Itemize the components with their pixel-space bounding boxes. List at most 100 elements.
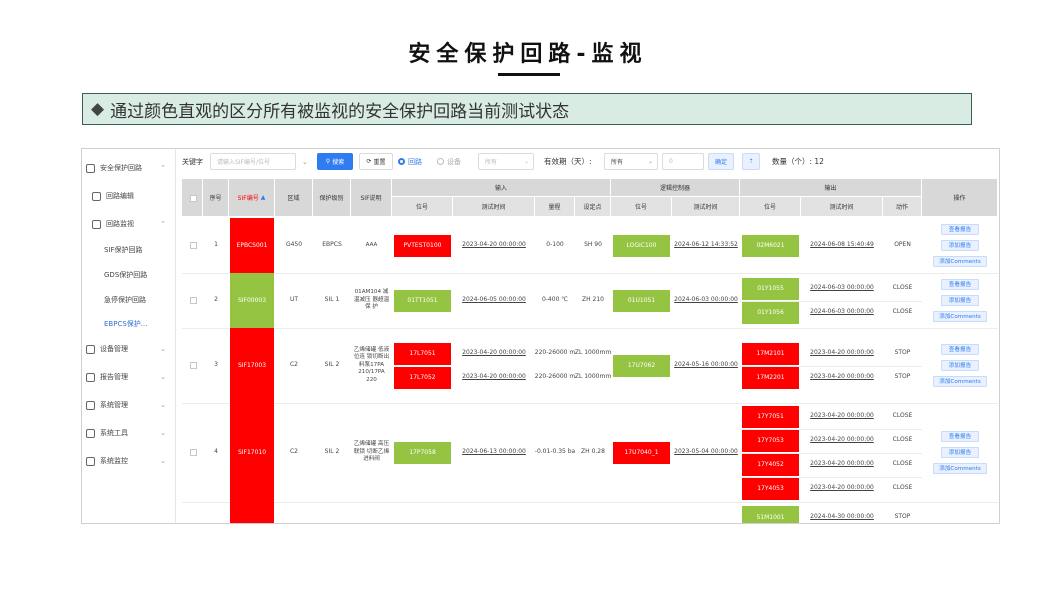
cell-output-tag[interactable]: 17Y7051: [742, 405, 799, 428]
cell-output-tag[interactable]: 02M6021: [742, 234, 799, 257]
cell-input-test-time[interactable]: 2023-04-20 00:00:00: [453, 367, 535, 389]
cell-logic-test-time[interactable]: 2024-06-12 14:33:52: [672, 235, 740, 257]
cell-output-test-time[interactable]: 2023-04-20 00:00:00: [801, 430, 883, 452]
cell-output-tag[interactable]: 17Y4052: [742, 453, 799, 476]
cell-input-tag[interactable]: 17P7058: [394, 441, 451, 464]
sidebar-item[interactable]: 回路监视 ⌃: [82, 211, 176, 237]
reset-icon: ⟳: [366, 158, 372, 165]
cell-logic-tag[interactable]: 17U7040_1: [613, 441, 670, 464]
cell-output-tag[interactable]: 01Y1055: [742, 277, 799, 300]
radio-device-label: 设备: [447, 157, 461, 166]
cell-logic-test-time[interactable]: 2024-06-03 00:00:00: [672, 290, 740, 312]
cell-logic-test-time[interactable]: 2023-05-04 00:00:00: [672, 442, 740, 464]
sidebar-item[interactable]: SIF保护回路: [82, 237, 176, 263]
cell-output-test-time[interactable]: 2024-06-08 15:40:49: [801, 235, 883, 257]
cell-input-test-time[interactable]: 2024-06-05 00:00:00: [453, 290, 535, 312]
radio-loop[interactable]: 回路: [398, 153, 428, 170]
cell-level: [313, 502, 351, 523]
header-level: 保护级别: [313, 179, 351, 217]
cell-output-test-time[interactable]: 2024-06-03 00:00:00: [801, 278, 883, 300]
cell-range: 220-26000 m: [535, 349, 575, 357]
add-comments-button[interactable]: 添加Comments: [933, 310, 987, 322]
chevron-down-icon[interactable]: ⌄: [302, 153, 310, 170]
sidebar-item[interactable]: GDS保护回路: [82, 262, 176, 288]
radio-device[interactable]: 设备: [437, 153, 467, 170]
add-comments-button[interactable]: 添加Comments: [933, 255, 987, 267]
sidebar-item[interactable]: 急停保护回路: [82, 287, 176, 313]
cell-sif-number[interactable]: SIF17003: [230, 328, 274, 403]
sidebar-item[interactable]: 安全保护回路 ⌃: [82, 155, 176, 181]
cell-output-tag[interactable]: 51M1001: [742, 506, 799, 523]
cell-logic-tag[interactable]: 17U7062: [613, 354, 670, 377]
sidebar-item[interactable]: 系统工具 ⌄: [82, 420, 176, 446]
cell-input-test-time[interactable]: 2023-04-20 00:00:00: [453, 235, 535, 257]
add-comments-button[interactable]: 添加Comments: [933, 462, 987, 474]
search-button[interactable]: ⚲ 搜索: [317, 153, 353, 170]
cell-seq: 2: [214, 296, 218, 304]
cell-input-test-time[interactable]: 2023-04-20 00:00:00: [453, 343, 535, 365]
cell-sif-number[interactable]: EPBCS001: [230, 218, 274, 273]
cell-output-test-time[interactable]: 2023-04-20 00:00:00: [801, 478, 883, 500]
cell-output-tag[interactable]: 01Y1056: [742, 301, 799, 324]
sort-arrow-icon[interactable]: ▲: [261, 194, 266, 201]
diamond-bullet-icon: ◆: [91, 99, 105, 119]
cell-input-tag[interactable]: PVTEST0100: [394, 234, 451, 257]
cell-level: SIL 2: [324, 448, 340, 456]
header-checkbox[interactable]: [190, 195, 197, 202]
cell-input-test-time[interactable]: 2024-06-13 00:00:00: [453, 442, 535, 464]
keyword-input[interactable]: 请输入SIF编号/位号: [210, 153, 296, 170]
sidebar-item[interactable]: 系统监控 ⌄: [82, 448, 176, 474]
reset-button[interactable]: ⟳ 重置: [359, 153, 393, 170]
cell-action: STOP: [894, 512, 911, 520]
row-checkbox[interactable]: [190, 241, 197, 249]
cell-output-tag[interactable]: 17Y7053: [742, 429, 799, 452]
cell-input-tag[interactable]: 01TT1051: [394, 289, 451, 312]
validity-days-input[interactable]: 0: [662, 153, 704, 170]
sidebar-item[interactable]: 设备管理 ⌄: [82, 336, 176, 362]
view-report-button[interactable]: 查看报告: [941, 343, 979, 355]
cell-output-test-time[interactable]: 2023-04-20 00:00:00: [801, 406, 883, 428]
cell-logic-tag[interactable]: 01U1051: [613, 289, 670, 312]
add-comments-button[interactable]: 添加Comments: [933, 375, 987, 387]
view-report-button[interactable]: 查看报告: [941, 430, 979, 442]
cell-output-test-time[interactable]: 2023-04-20 00:00:00: [801, 343, 883, 365]
cell-output-tag[interactable]: 17M2101: [742, 342, 799, 365]
add-report-button[interactable]: 添加报告: [941, 294, 979, 306]
view-report-button[interactable]: 查看报告: [941, 223, 979, 235]
up-arrow-button[interactable]: ⇡: [742, 153, 760, 170]
confirm-button[interactable]: 确定: [708, 153, 734, 170]
sidebar-item[interactable]: EBPCS保护...: [82, 311, 176, 337]
cell-input-tag[interactable]: 17L7051: [394, 342, 451, 365]
sidebar-item[interactable]: 系统管理 ⌄: [82, 392, 176, 418]
cell-sif-number[interactable]: SIF17010: [230, 403, 274, 502]
sidebar-item[interactable]: 报告管理 ⌄: [82, 364, 176, 390]
cell-output-tag[interactable]: 17Y4053: [742, 477, 799, 500]
row-checkbox[interactable]: [190, 296, 197, 304]
view-report-button[interactable]: 查看报告: [941, 278, 979, 290]
cell-output-test-time[interactable]: 2024-06-03 00:00:00: [801, 302, 883, 324]
cell-range: 0-400 ℃: [541, 296, 569, 304]
row-checkbox[interactable]: [190, 361, 197, 369]
tool-icon: [86, 428, 95, 438]
add-report-button[interactable]: 添加报告: [941, 239, 979, 251]
cell-input-tag[interactable]: 17L7052: [394, 366, 451, 389]
cell-sif-number[interactable]: [230, 502, 274, 523]
chevron-icon: ⌄: [160, 457, 166, 465]
loop-table: 序号 SIF编号 ▲ 区域 保护级别 SIF说明 输入 逻辑控制器 输出 操作 位号 测试时间 量程 设定…: [182, 179, 998, 523]
cell-output-test-time[interactable]: 2023-04-20 00:00:00: [801, 454, 883, 476]
add-report-button[interactable]: 添加报告: [941, 446, 979, 458]
add-report-button[interactable]: 添加报告: [941, 359, 979, 371]
cell-output-tag[interactable]: 17M2201: [742, 366, 799, 389]
search-button-label: 搜索: [332, 159, 345, 166]
sidebar-item-label: 系统工具: [100, 429, 128, 437]
row-checkbox[interactable]: [190, 448, 197, 456]
cell-output-test-time[interactable]: 2024-04-30 00:00:00: [801, 506, 883, 523]
category-select[interactable]: 所有 ⌄: [478, 153, 534, 170]
validity-select[interactable]: 所有 ⌄: [604, 153, 658, 170]
cell-output-test-time[interactable]: 2023-04-20 00:00:00: [801, 367, 883, 389]
chevron-icon: ⌄: [160, 345, 166, 353]
sidebar-item[interactable]: 回路编辑: [82, 183, 176, 209]
cell-logic-tag[interactable]: LOGIC100: [613, 234, 670, 257]
cell-sif-number[interactable]: SIF00003: [230, 273, 274, 328]
cell-logic-test-time[interactable]: 2024-05-16 00:00:00: [672, 355, 740, 377]
